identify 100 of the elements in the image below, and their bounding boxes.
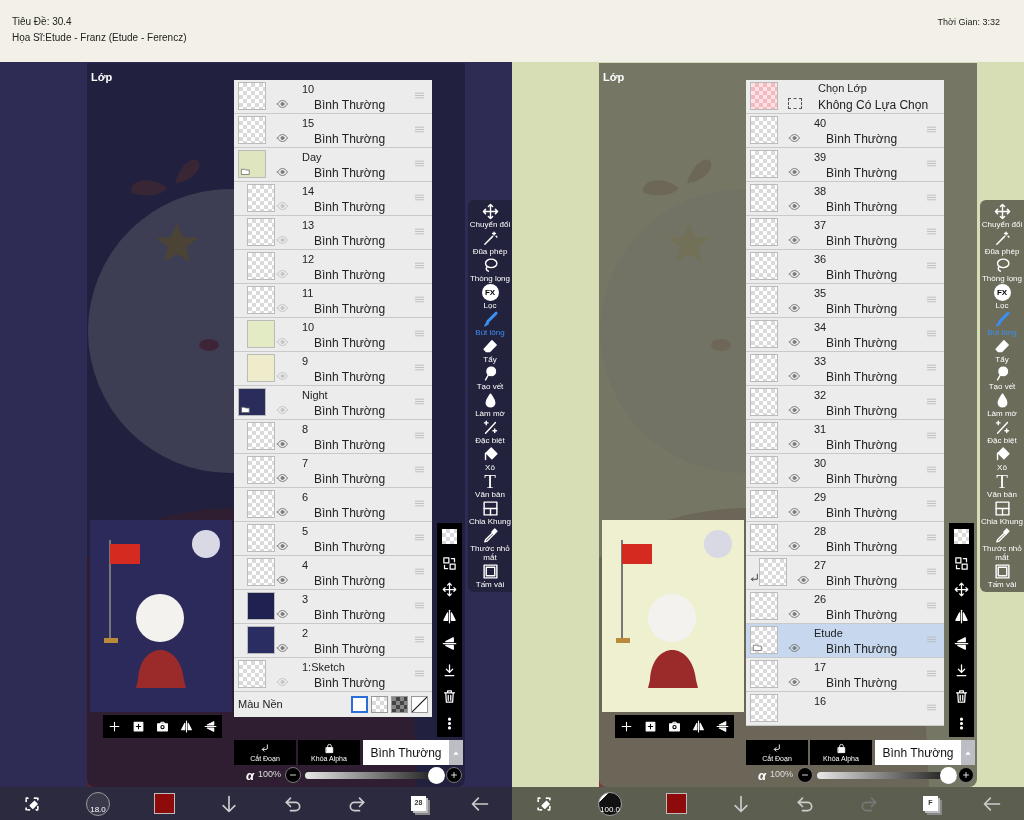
- drag-handle-icon[interactable]: [925, 532, 938, 543]
- tool-button[interactable]: Đặc biệt: [980, 419, 1024, 445]
- move-arrows-icon[interactable]: [442, 582, 457, 598]
- tool-button[interactable]: Tấm vải: [468, 563, 512, 589]
- add-layer-icon[interactable]: [644, 720, 658, 733]
- tool-button[interactable]: Đũa phép: [980, 230, 1024, 256]
- layer-row[interactable]: 8 Bình Thường: [234, 420, 432, 454]
- tool-button[interactable]: Tạo vết: [980, 365, 1024, 391]
- tool-button[interactable]: T Văn bản: [468, 473, 512, 499]
- layer-row[interactable]: 29 Bình Thường: [746, 488, 944, 522]
- drag-handle-icon[interactable]: [925, 328, 938, 339]
- layer-row[interactable]: 1:Sketch Bình Thường: [234, 658, 432, 692]
- tool-button[interactable]: Xô: [468, 446, 512, 472]
- drag-handle-icon[interactable]: [413, 328, 426, 339]
- down-arrow-icon[interactable]: [731, 793, 751, 814]
- layer-row[interactable]: 10 Bình Thường: [234, 318, 432, 352]
- layer-row[interactable]: 31 Bình Thường: [746, 420, 944, 454]
- trash-icon[interactable]: [442, 689, 457, 705]
- tool-button[interactable]: Tẩy: [468, 338, 512, 364]
- flip-horizontal-icon[interactable]: [179, 720, 193, 733]
- drag-handle-icon[interactable]: [925, 260, 938, 271]
- drag-handle-icon[interactable]: [413, 158, 426, 169]
- layer-row[interactable]: 33 Bình Thường: [746, 352, 944, 386]
- opacity-slider[interactable]: [304, 766, 443, 784]
- layer-row[interactable]: 32 Bình Thường: [746, 386, 944, 420]
- tool-button[interactable]: Bút lông: [468, 311, 512, 337]
- tool-button[interactable]: Chia Khung: [980, 500, 1024, 526]
- trash-icon[interactable]: [954, 689, 969, 705]
- layer-row[interactable]: 35 Bình Thường: [746, 284, 944, 318]
- tool-button[interactable]: T Văn bản: [980, 473, 1024, 499]
- tool-button[interactable]: FX Lọc: [468, 284, 512, 310]
- tool-button[interactable]: Làm mờ: [468, 392, 512, 418]
- transparency-toggle-icon[interactable]: [442, 528, 457, 544]
- camera-icon[interactable]: [668, 720, 681, 733]
- drag-handle-icon[interactable]: [413, 498, 426, 509]
- plus-icon[interactable]: [108, 720, 122, 733]
- drag-handle-icon[interactable]: [925, 192, 938, 203]
- layer-row[interactable]: 13 Bình Thường: [234, 216, 432, 250]
- down-arrow-icon[interactable]: [219, 793, 239, 814]
- layer-row[interactable]: 34 Bình Thường: [746, 318, 944, 352]
- drag-handle-icon[interactable]: [413, 192, 426, 203]
- drag-handle-icon[interactable]: [413, 668, 426, 679]
- drag-handle-icon[interactable]: [413, 362, 426, 373]
- drag-handle-icon[interactable]: [413, 600, 426, 611]
- merge-down-icon[interactable]: [954, 662, 969, 678]
- flip-horizontal-icon[interactable]: [442, 609, 457, 625]
- layer-row[interactable]: 36 Bình Thường: [746, 250, 944, 284]
- tool-button[interactable]: Thước nhỏ mắt: [980, 527, 1024, 562]
- layer-row[interactable]: Etude Bình Thường: [746, 624, 944, 658]
- drag-handle-icon[interactable]: [925, 464, 938, 475]
- blend-mode-dropdown[interactable]: Bình Thường: [875, 740, 975, 765]
- drag-handle-icon[interactable]: [413, 396, 426, 407]
- background-swatch[interactable]: [351, 696, 368, 713]
- flip-vertical-icon[interactable]: [442, 635, 457, 651]
- layer-row[interactable]: Chọn Lớp Không Có Lựa Chọn: [746, 80, 944, 114]
- drag-handle-icon[interactable]: [925, 396, 938, 407]
- flip-vertical-icon[interactable]: [954, 635, 969, 651]
- background-swatch[interactable]: [371, 696, 388, 713]
- drag-handle-icon[interactable]: [413, 124, 426, 135]
- drag-handle-icon[interactable]: [925, 498, 938, 509]
- swap-icon[interactable]: [442, 555, 457, 571]
- opacity-slider[interactable]: [816, 766, 955, 784]
- tool-button[interactable]: Chia Khung: [468, 500, 512, 526]
- tool-button[interactable]: Thòng lọng: [980, 257, 1024, 283]
- tool-button[interactable]: Xô: [980, 446, 1024, 472]
- tool-button[interactable]: Làm mờ: [980, 392, 1024, 418]
- drag-handle-icon[interactable]: [925, 226, 938, 237]
- tool-button[interactable]: Đặc biệt: [468, 419, 512, 445]
- flip-horizontal-icon[interactable]: [954, 609, 969, 625]
- layer-row[interactable]: 14 Bình Thường: [234, 182, 432, 216]
- background-swatch[interactable]: [391, 696, 408, 713]
- tool-button[interactable]: Chuyển đổi: [980, 203, 1024, 229]
- drag-handle-icon[interactable]: [925, 158, 938, 169]
- flip-horizontal-icon[interactable]: [691, 720, 705, 733]
- tool-button[interactable]: Thòng lọng: [468, 257, 512, 283]
- tool-button[interactable]: Tẩy: [980, 338, 1024, 364]
- layer-row[interactable]: 15 Bình Thường: [234, 114, 432, 148]
- drag-handle-icon[interactable]: [413, 226, 426, 237]
- layer-row[interactable]: 7 Bình Thường: [234, 454, 432, 488]
- flip-vertical-icon[interactable]: [203, 720, 217, 733]
- layer-row[interactable]: 10 Bình Thường: [234, 80, 432, 114]
- drag-handle-icon[interactable]: [413, 260, 426, 271]
- drag-handle-icon[interactable]: [925, 124, 938, 135]
- drag-handle-icon[interactable]: [413, 532, 426, 543]
- tool-button[interactable]: Thước nhỏ mắt: [468, 527, 512, 562]
- drag-handle-icon[interactable]: [413, 294, 426, 305]
- drag-handle-icon[interactable]: [925, 294, 938, 305]
- drag-handle-icon[interactable]: [925, 362, 938, 373]
- transparency-toggle-icon[interactable]: [954, 528, 969, 544]
- plus-icon[interactable]: [620, 720, 634, 733]
- layer-row[interactable]: Day Bình Thường: [234, 148, 432, 182]
- drag-handle-icon[interactable]: [925, 566, 938, 577]
- drag-handle-icon[interactable]: [925, 600, 938, 611]
- layer-row[interactable]: 11 Bình Thường: [234, 284, 432, 318]
- layer-row[interactable]: 37 Bình Thường: [746, 216, 944, 250]
- layer-row[interactable]: 3 Bình Thường: [234, 590, 432, 624]
- drag-handle-icon[interactable]: [413, 634, 426, 645]
- camera-icon[interactable]: [156, 720, 169, 733]
- layer-row[interactable]: 17 Bình Thường: [746, 658, 944, 692]
- tool-button[interactable]: FX Lọc: [980, 284, 1024, 310]
